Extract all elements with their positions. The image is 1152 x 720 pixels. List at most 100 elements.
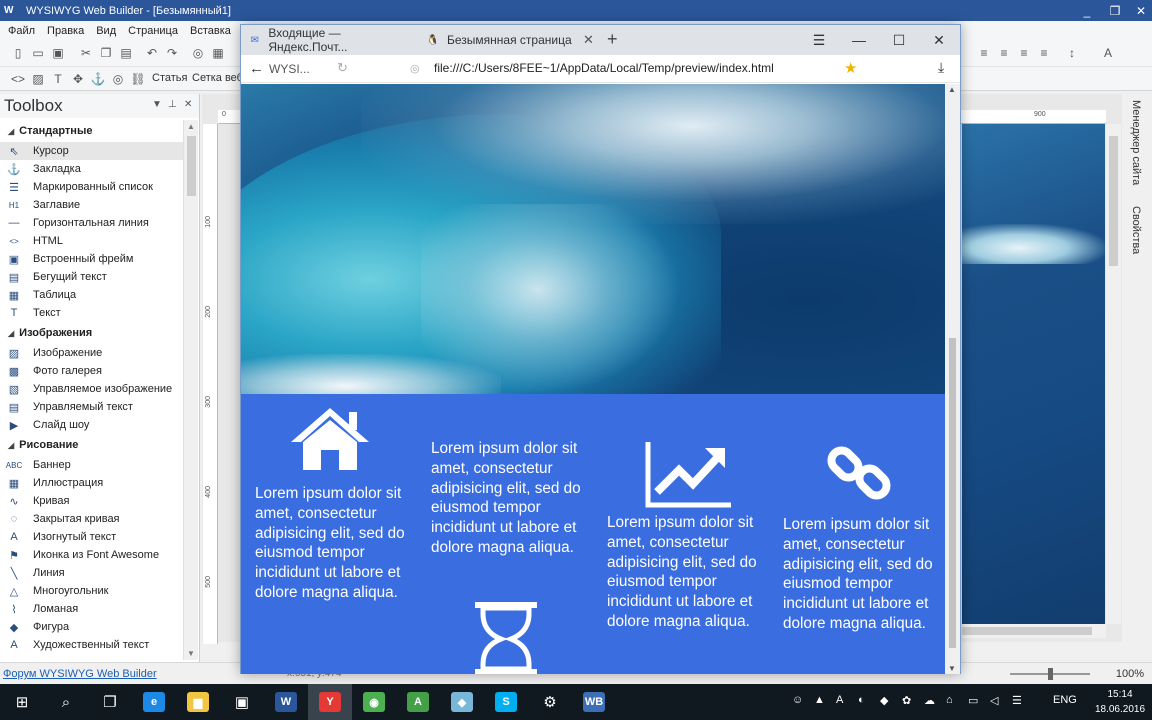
save-icon[interactable]: ▣ [50, 45, 66, 61]
image-icon[interactable]: ▨ [30, 71, 46, 87]
chrome-taskbar-button[interactable]: ◉ [352, 684, 396, 720]
url-field[interactable]: file:///C:/Users/8FEE~1/AppData/Local/Te… [434, 61, 774, 75]
scrollbar-thumb[interactable] [187, 136, 196, 196]
code-icon[interactable]: <> [10, 71, 26, 87]
toolbox-item[interactable]: ◆ Фигура [0, 618, 183, 636]
start-taskbar-button[interactable]: ⊞ [0, 684, 44, 720]
font-icon[interactable]: A [1100, 45, 1116, 61]
line-spacing-icon[interactable]: ↕ [1064, 45, 1080, 61]
app-tile-taskbar-button[interactable]: ◆ [440, 684, 484, 720]
browser-tab-mail[interactable]: ✉ Входящие — Яндекс.Почт... [241, 25, 416, 55]
editor-canvas[interactable] [962, 124, 1105, 624]
wysiwyg-taskbar-button[interactable]: WB [572, 684, 616, 720]
collapse-triangle-icon[interactable]: ◢ [8, 329, 14, 338]
undo-icon[interactable]: ↶ [144, 45, 160, 61]
toolbox-item[interactable]: <> HTML [0, 232, 183, 250]
skype-taskbar-button[interactable]: S [484, 684, 528, 720]
new-file-icon[interactable]: ▯ [10, 45, 26, 61]
zoom-slider-knob[interactable] [1048, 668, 1053, 680]
minimize-button[interactable]: _ [1074, 0, 1100, 21]
scroll-up-icon[interactable]: ▲ [948, 85, 956, 94]
copy-icon[interactable]: ❐ [98, 45, 114, 61]
tab-properties[interactable]: Свойства [1130, 206, 1142, 254]
explorer-taskbar-button[interactable]: ▆ [176, 684, 220, 720]
browser-minimize-button[interactable]: — [839, 25, 879, 55]
cut-icon[interactable]: ✂ [78, 45, 94, 61]
web-grid-button[interactable]: Сетка веб [192, 72, 243, 84]
close-button[interactable]: ✕ [1128, 0, 1152, 21]
toolbox-item[interactable]: ▦ Таблица [0, 286, 183, 304]
toolbox-item[interactable]: ABC Баннер [0, 456, 183, 474]
move-icon[interactable]: ✥ [70, 71, 86, 87]
scroll-down-icon[interactable]: ▼ [948, 664, 956, 673]
toolbox-item[interactable]: ▣ Встроенный фрейм [0, 250, 183, 268]
web-icon[interactable]: ◎ [110, 71, 126, 87]
forum-link[interactable]: Форум WYSIWYG Web Builder [3, 668, 157, 680]
store-taskbar-button[interactable]: ▣ [220, 684, 264, 720]
toolbox-item[interactable]: ▦ Иллюстрация [0, 474, 183, 492]
reload-icon[interactable]: ↻ [337, 60, 348, 76]
toolbox-scrollbar[interactable]: ▲ ▼ [183, 120, 198, 660]
toolbox-item[interactable]: ▧ Управляемое изображение [0, 380, 183, 398]
toolbox-item[interactable]: ⚑ Иконка из Font Awesome [0, 546, 183, 564]
menu-view[interactable]: Вид [96, 25, 116, 37]
app-gear-taskbar-button[interactable]: ⚙ [528, 684, 572, 720]
tray-icon[interactable]: ✿ [902, 694, 911, 707]
collapse-triangle-icon[interactable]: ◢ [8, 127, 14, 136]
align-justify-icon[interactable]: ≡ [1036, 45, 1052, 61]
site-tab-label[interactable]: WYSI... [269, 62, 310, 76]
task-view-taskbar-button[interactable]: ❐ [88, 684, 132, 720]
toolbox-item[interactable]: H1 Заглавие [0, 196, 183, 214]
scrollbar-thumb[interactable] [1109, 136, 1118, 266]
align-left-icon[interactable]: ≡ [976, 45, 992, 61]
toolbox-item[interactable]: A Изогнутый текст [0, 528, 183, 546]
restore-button[interactable]: ❐ [1102, 0, 1128, 21]
edge-taskbar-button[interactable]: e [132, 684, 176, 720]
toolbox-item[interactable]: △ Многоугольник [0, 582, 183, 600]
tray-icon[interactable]: ☰ [1012, 694, 1022, 707]
new-tab-button[interactable]: + [607, 29, 618, 50]
scrollbar-thumb[interactable] [962, 627, 1092, 635]
preview-icon[interactable]: ▦ [210, 45, 226, 61]
redo-icon[interactable]: ↷ [164, 45, 180, 61]
toolbox-item[interactable]: ⇖ Курсор [0, 142, 183, 160]
globe-icon[interactable]: ◎ [190, 45, 206, 61]
text-icon[interactable]: T [50, 71, 66, 87]
collapse-triangle-icon[interactable]: ◢ [8, 441, 14, 450]
toolbox-category[interactable]: ◢ Изображения [0, 322, 183, 344]
tray-icon[interactable]: ▲ [814, 694, 825, 706]
tray-icon[interactable]: ◆ [880, 694, 888, 707]
tray-icon[interactable]: ▭ [968, 694, 978, 707]
browser-scrollbar[interactable]: ▲ ▼ [945, 84, 960, 674]
toolbox-item[interactable]: ╲ Линия [0, 564, 183, 582]
clock[interactable]: 15:14 18.06.2016 [1092, 687, 1148, 717]
app-a-taskbar-button[interactable]: A [396, 684, 440, 720]
scroll-up-icon[interactable]: ▲ [187, 122, 195, 131]
toolbox-item[interactable]: ◌ Закрытая кривая [0, 510, 183, 528]
tray-icon[interactable]: ☺ [792, 694, 803, 706]
anchor-icon[interactable]: ⚓ [90, 71, 106, 87]
toolbox-item[interactable]: ▤ Управляемый текст [0, 398, 183, 416]
download-icon[interactable]: ⤓ [938, 59, 944, 76]
align-center-icon[interactable]: ≡ [996, 45, 1012, 61]
article-button[interactable]: Статья [152, 72, 187, 84]
link-icon[interactable]: ⛓ [130, 71, 146, 87]
toolbox-item[interactable]: ⚓ Закладка [0, 160, 183, 178]
scroll-down-icon[interactable]: ▼ [187, 649, 195, 658]
toolbox-item[interactable]: ▨ Изображение [0, 344, 183, 362]
toolbox-item[interactable]: ▶ Слайд шоу [0, 416, 183, 434]
toolbox-category[interactable]: ◢ Рисование [0, 434, 183, 456]
toolbox-item[interactable]: ▤ Бегущий текст [0, 268, 183, 286]
toolbox-item[interactable]: T Текст [0, 304, 183, 322]
align-right-icon[interactable]: ≡ [1016, 45, 1032, 61]
tray-icon[interactable]: ◁ [990, 694, 998, 707]
star-icon[interactable]: ★ [844, 59, 857, 77]
tray-icon[interactable]: ⌂ [946, 694, 953, 706]
toolbox-item[interactable]: ☰ Маркированный список [0, 178, 183, 196]
search-taskbar-button[interactable]: ⌕ [44, 684, 88, 720]
tray-icon[interactable]: ☁ [924, 694, 935, 707]
menu-insert[interactable]: Вставка [190, 25, 231, 37]
paste-icon[interactable]: ▤ [118, 45, 134, 61]
menu-edit[interactable]: Правка [47, 25, 84, 37]
browser-tab-page[interactable]: 🐧 Безымянная страница ✕ [419, 25, 599, 55]
